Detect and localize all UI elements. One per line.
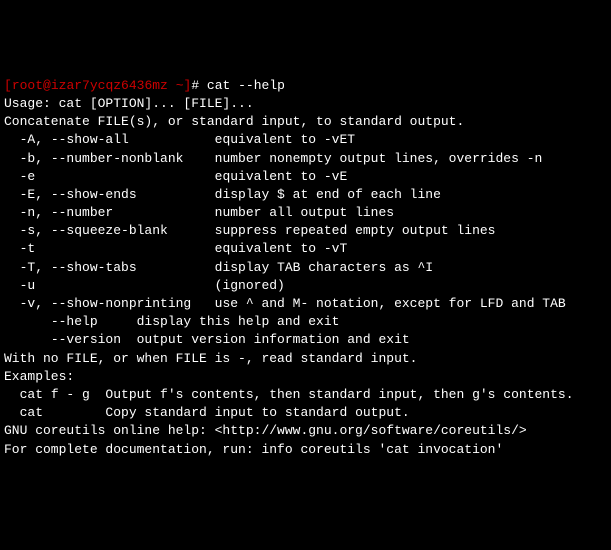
output-line: -s, --squeeze-blank suppress repeated em…: [4, 222, 607, 240]
output-line: -u (ignored): [4, 277, 607, 295]
prompt-tilde: ~: [176, 78, 184, 93]
prompt-at: @: [43, 78, 51, 93]
prompt-user: root: [12, 78, 43, 93]
output-line: -b, --number-nonblank number nonempty ou…: [4, 150, 607, 168]
output-line: -T, --show-tabs display TAB characters a…: [4, 259, 607, 277]
prompt-open-bracket: [: [4, 78, 12, 93]
output-line: -E, --show-ends display $ at end of each…: [4, 186, 607, 204]
output-line: --version output version information and…: [4, 331, 607, 349]
output-line: -n, --number number all output lines: [4, 204, 607, 222]
command-text: cat --help: [199, 78, 285, 93]
prompt-space: [168, 78, 176, 93]
output-line: -v, --show-nonprinting use ^ and M- nota…: [4, 295, 607, 313]
output-line: --help display this help and exit: [4, 313, 607, 331]
output-line: cat f - g Output f's contents, then stan…: [4, 386, 607, 404]
output-line: -A, --show-all equivalent to -vET: [4, 131, 607, 149]
output-line: -t equivalent to -vT: [4, 240, 607, 258]
output-line: cat Copy standard input to standard outp…: [4, 404, 607, 422]
output-line: -e equivalent to -vE: [4, 168, 607, 186]
output-line: Usage: cat [OPTION]... [FILE]...: [4, 95, 607, 113]
prompt-line[interactable]: [root@izar7ycqz6436mz ~]# cat --help: [4, 77, 607, 95]
output-line: Concatenate FILE(s), or standard input, …: [4, 113, 607, 131]
prompt-hash: #: [191, 78, 199, 93]
output-line: Examples:: [4, 368, 607, 386]
output-line: For complete documentation, run: info co…: [4, 441, 607, 459]
output-line: With no FILE, or when FILE is -, read st…: [4, 350, 607, 368]
prompt-host: izar7ycqz6436mz: [51, 78, 168, 93]
output-line: GNU coreutils online help: <http://www.g…: [4, 422, 607, 440]
